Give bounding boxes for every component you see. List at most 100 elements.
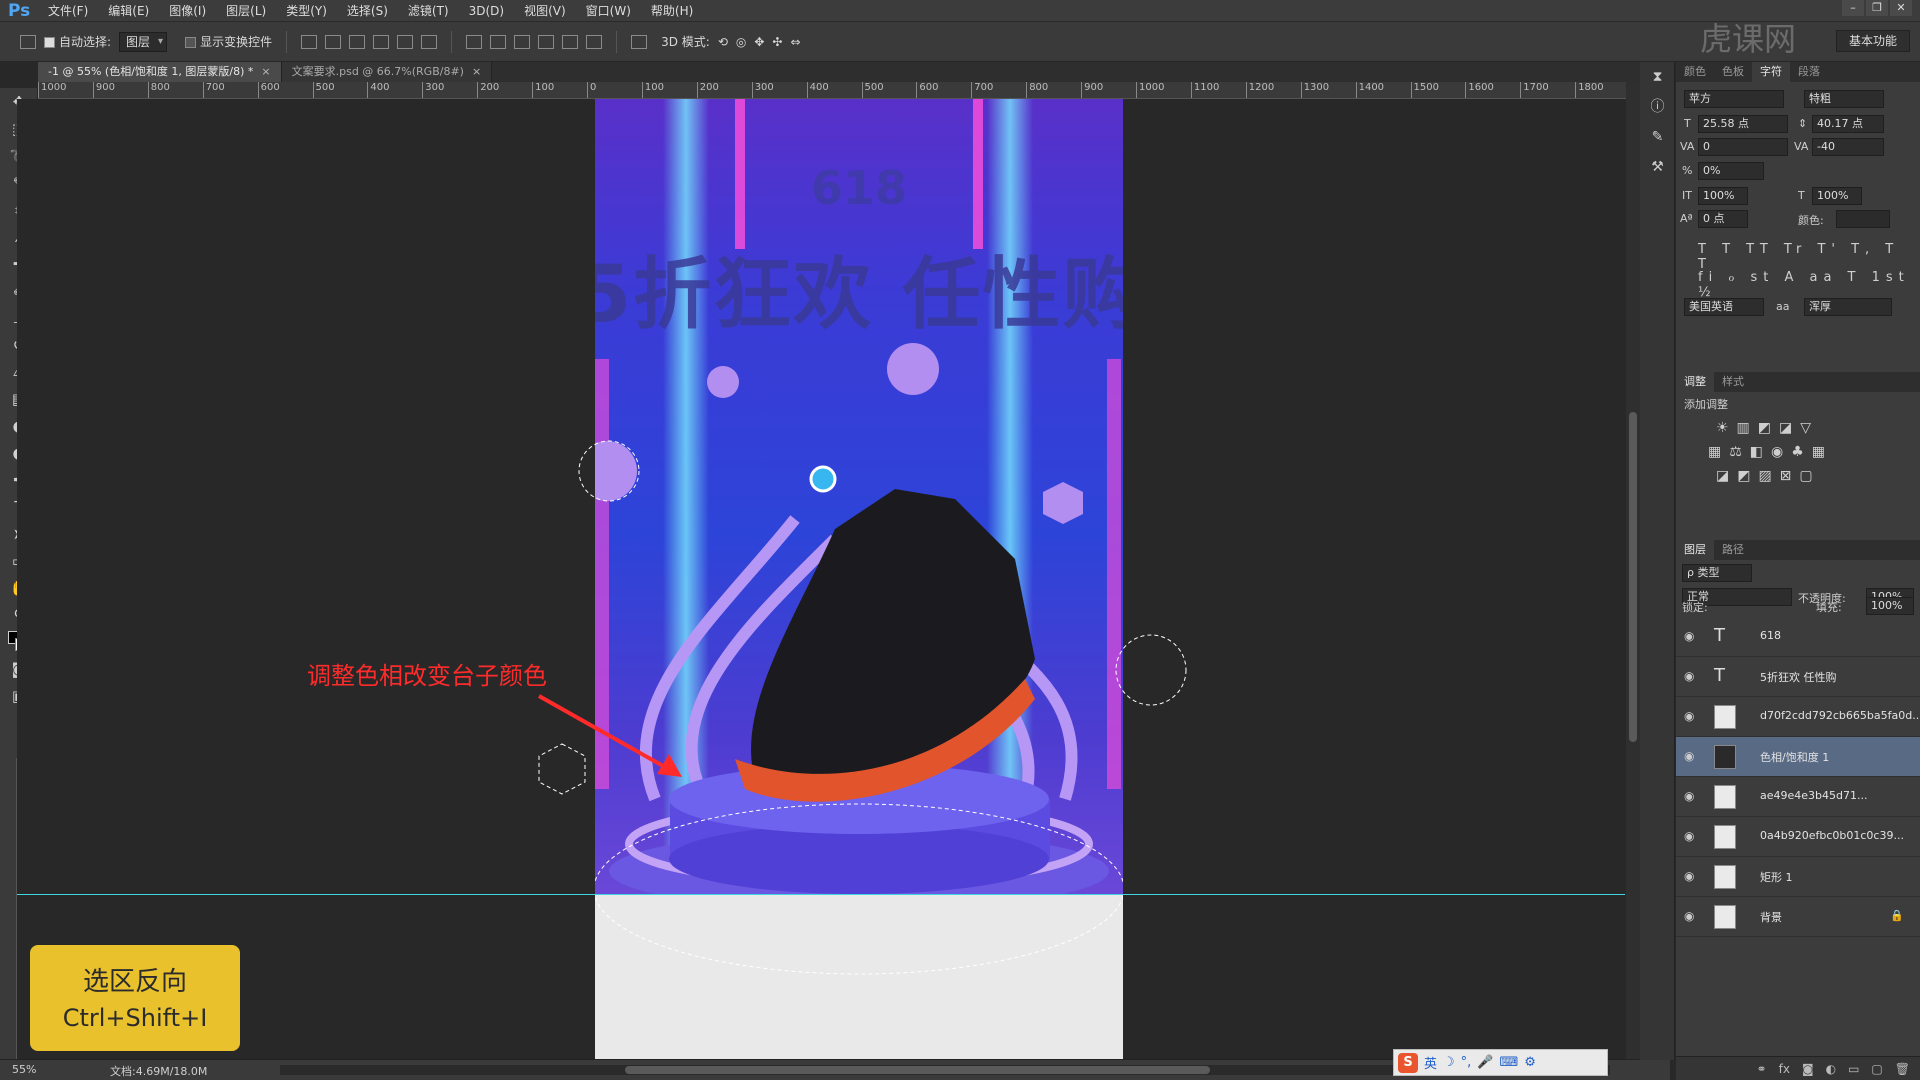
guide-line[interactable] — [17, 894, 1625, 895]
moon-icon[interactable]: ☽ — [1443, 1055, 1455, 1070]
visibility-eye-icon[interactable]: ◉ — [1684, 709, 1698, 723]
auto-select-dropdown[interactable]: 图层 — [119, 31, 168, 52]
visibility-eye-icon[interactable]: ◉ — [1684, 749, 1698, 763]
panel-tab[interactable]: 路径 — [1714, 540, 1752, 560]
distribute-right-icon[interactable] — [586, 34, 603, 49]
layer-row[interactable]: ◉ T 5折狂欢 任性购 — [1676, 657, 1920, 697]
menu-item[interactable]: 类型(Y) — [276, 0, 337, 22]
brush-settings-icon[interactable]: ✎ — [1640, 122, 1675, 152]
document-tab[interactable]: -1 @ 55% (色相/饱和度 1, 图层蒙版/8) * × — [38, 62, 282, 82]
menu-item[interactable]: 编辑(E) — [98, 0, 159, 22]
new-layer-icon[interactable]: ▢ — [1871, 1062, 1882, 1076]
move-tool-icon[interactable] — [20, 34, 36, 49]
close-tab-icon[interactable]: × — [472, 65, 481, 78]
layer-row[interactable]: ◉ 色相/饱和度 1 — [1676, 737, 1920, 777]
layer-filter-select[interactable]: ρ 类型 — [1682, 564, 1752, 582]
link-layers-icon[interactable]: ⚭ — [1757, 1062, 1767, 1076]
font-size-field[interactable]: 25.58 点 — [1698, 115, 1788, 133]
tsume-field[interactable]: 0% — [1698, 162, 1764, 180]
layer-row[interactable]: ◉ 矩形 1 — [1676, 857, 1920, 897]
vertical-scale-field[interactable]: 100% — [1698, 187, 1748, 205]
mic-icon[interactable]: 🎤 — [1477, 1055, 1493, 1070]
auto-select-checkbox[interactable]: 自动选择: — [44, 33, 111, 50]
anti-alias-select[interactable]: 浑厚 — [1804, 298, 1892, 316]
new-adjustment-icon[interactable]: ◐ — [1826, 1062, 1836, 1076]
adjustment-icons-row-3[interactable]: ◪◩▨⊠▢ — [1716, 468, 1821, 484]
document-canvas[interactable]: 618 5折狂欢 任性购 调整色相改变台子颜色 — [17, 99, 1625, 1059]
visibility-eye-icon[interactable]: ◉ — [1684, 629, 1698, 643]
panel-tab[interactable]: 段落 — [1790, 62, 1828, 82]
vertical-scrollbar[interactable] — [1626, 82, 1640, 1059]
align-hcenter-icon[interactable] — [397, 34, 414, 49]
show-transform-checkbox[interactable]: 显示变换控件 — [185, 33, 272, 50]
adjustment-icons-row-1[interactable]: ☀▥◩◪▽ — [1716, 420, 1819, 436]
3d-slide-icon[interactable]: ✣ — [772, 35, 782, 49]
align-bottom-icon[interactable] — [349, 34, 366, 49]
menu-item[interactable]: 视图(V) — [514, 0, 576, 22]
ime-mode[interactable]: 英 — [1424, 1053, 1437, 1072]
layer-row[interactable]: ◉ T 618 — [1676, 617, 1920, 657]
sogou-icon[interactable]: S — [1398, 1052, 1418, 1073]
fill-field[interactable]: 100% — [1866, 597, 1914, 615]
tracking-field[interactable]: -40 — [1812, 138, 1884, 156]
punctuation-icon[interactable]: °, — [1461, 1055, 1472, 1070]
keyboard-icon[interactable]: ⌨ — [1500, 1055, 1519, 1070]
panel-tab[interactable]: 样式 — [1714, 372, 1752, 392]
history-icon[interactable]: ⧗ — [1640, 62, 1675, 92]
workspace-switcher[interactable]: 基本功能 — [1835, 30, 1910, 52]
tool-presets-icon[interactable]: ⚒ — [1640, 152, 1675, 182]
close-button[interactable]: ✕ — [1890, 0, 1912, 16]
panel-tab[interactable]: 颜色 — [1676, 62, 1714, 82]
menu-item[interactable]: 帮助(H) — [641, 0, 703, 22]
zoom-level[interactable]: 55% — [12, 1063, 36, 1076]
adjustment-icons-row-2[interactable]: ▦⚖◧◉♣▦ — [1708, 444, 1833, 460]
text-style-buttons[interactable]: T T TT Tr T' T, T T — [1698, 242, 1920, 272]
align-vcenter-icon[interactable] — [325, 34, 342, 49]
layer-row[interactable]: ◉ 0a4b920efbc0b01c0c39... — [1676, 817, 1920, 857]
panel-tab[interactable]: 图层 — [1676, 540, 1714, 560]
font-style-select[interactable]: 特粗 — [1804, 90, 1884, 108]
info-icon[interactable]: ⓘ — [1640, 92, 1675, 122]
align-top-icon[interactable] — [301, 34, 318, 49]
menu-item[interactable]: 图像(I) — [159, 0, 216, 22]
new-group-icon[interactable]: ▭ — [1848, 1062, 1859, 1076]
visibility-eye-icon[interactable]: ◉ — [1684, 829, 1698, 843]
menu-item[interactable]: 窗口(W) — [576, 0, 641, 22]
visibility-eye-icon[interactable]: ◉ — [1684, 669, 1698, 683]
delete-layer-icon[interactable]: 🗑 — [1895, 1062, 1910, 1076]
horizontal-scroll-thumb[interactable] — [625, 1066, 1210, 1074]
align-left-icon[interactable] — [373, 34, 390, 49]
distribute-bottom-icon[interactable] — [514, 34, 531, 49]
visibility-eye-icon[interactable]: ◉ — [1684, 869, 1698, 883]
distribute-hcenter-icon[interactable] — [562, 34, 579, 49]
add-mask-icon[interactable]: ◙ — [1802, 1062, 1814, 1076]
horizontal-scale-field[interactable]: 100% — [1812, 187, 1862, 205]
visibility-eye-icon[interactable]: ◉ — [1684, 909, 1698, 923]
auto-align-icon[interactable] — [631, 34, 648, 49]
3d-roll-icon[interactable]: ◎ — [736, 35, 746, 49]
font-family-select[interactable]: 苹方 — [1684, 90, 1784, 108]
panel-tab[interactable]: 色板 — [1714, 62, 1752, 82]
layer-row[interactable]: ◉ 背景 🔒 — [1676, 897, 1920, 937]
ime-toolbar[interactable]: S 英 ☽ °, 🎤 ⌨ ⚙ — [1393, 1049, 1608, 1076]
visibility-eye-icon[interactable]: ◉ — [1684, 789, 1698, 803]
kerning-field[interactable]: 0 — [1698, 138, 1788, 156]
distribute-left-icon[interactable] — [538, 34, 555, 49]
3d-scale-icon[interactable]: ⇔ — [790, 35, 800, 49]
leading-field[interactable]: 40.17 点 — [1812, 115, 1884, 133]
language-select[interactable]: 美国英语 — [1684, 298, 1764, 316]
menu-item[interactable]: 3D(D) — [459, 0, 514, 22]
text-color-swatch[interactable] — [1836, 210, 1890, 228]
panel-tab[interactable]: 调整 — [1676, 372, 1714, 392]
distribute-top-icon[interactable] — [466, 34, 483, 49]
menu-item[interactable]: 滤镜(T) — [398, 0, 459, 22]
align-right-icon[interactable] — [421, 34, 438, 49]
3d-rotate-icon[interactable]: ⟲ — [718, 35, 728, 49]
ruler-horizontal[interactable]: 1000 900 800 700 600 500 400 300 200 100 0 100 200 30… — [38, 82, 1628, 99]
document-tab[interactable]: 文案要求.psd @ 66.7%(RGB/8#) × — [281, 62, 493, 82]
close-tab-icon[interactable]: × — [261, 65, 270, 78]
3d-pan-icon[interactable]: ✥ — [754, 35, 764, 49]
distribute-vcenter-icon[interactable] — [490, 34, 507, 49]
fx-icon[interactable]: fx — [1779, 1062, 1790, 1076]
skin-icon[interactable]: ⚙ — [1524, 1055, 1536, 1070]
